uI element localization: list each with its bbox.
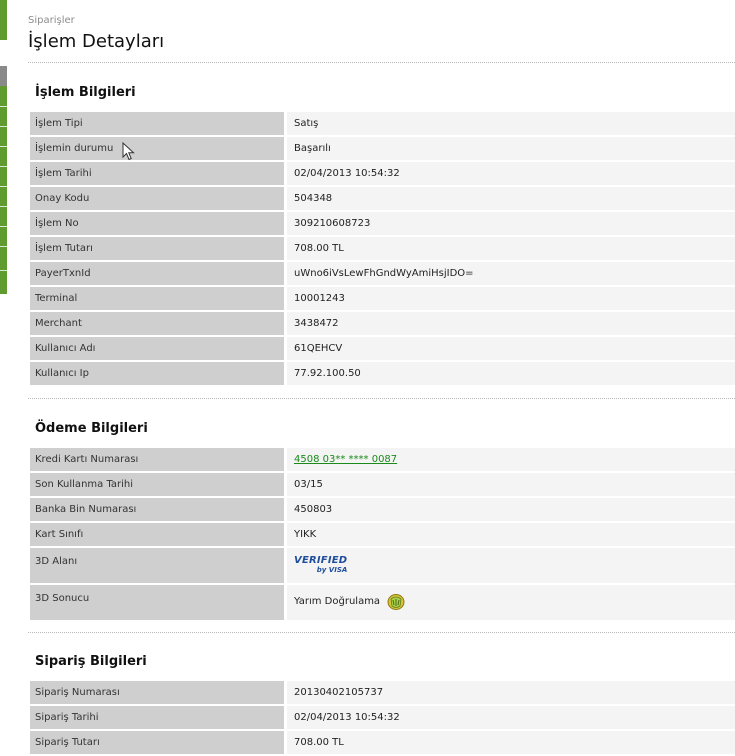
row-label: 3D Sonucu <box>30 585 287 622</box>
3d-result-text: Yarım Doğrulama <box>294 596 381 607</box>
row-value: 03/15 <box>287 473 735 498</box>
page-title: İşlem Detayları <box>28 31 165 52</box>
row-label: Kredi Kartı Numarası <box>30 448 287 473</box>
row-label: Sipariş Tutarı <box>30 731 287 756</box>
table-row: Son Kullanma Tarihi 03/15 <box>30 473 735 498</box>
row-value: YIKK <box>287 523 735 548</box>
row-value: 61QEHCV <box>287 337 735 362</box>
table-row: 3D Alanı VERIFIED by VISA <box>30 548 735 585</box>
table-row: Kullanıcı Ip 77.92.100.50 <box>30 362 735 387</box>
sidebar-tab-active[interactable] <box>0 66 7 86</box>
table-row: Kart Sınıfı YIKK <box>30 523 735 548</box>
row-label: Sipariş Tarihi <box>30 706 287 731</box>
odeme-table: Kredi Kartı Numarası 4508 03** **** 0087 … <box>30 448 735 622</box>
row-value: 10001243 <box>287 287 735 312</box>
section-title-siparis: Sipariş Bilgileri <box>35 654 147 669</box>
table-row: Merchant 3438472 <box>30 312 735 337</box>
table-row: Terminal 10001243 <box>30 287 735 312</box>
divider <box>28 62 735 63</box>
table-row: Sipariş Numarası 20130402105737 <box>30 681 735 706</box>
row-label: İşlem No <box>30 212 287 237</box>
divider <box>28 398 735 399</box>
table-row: Banka Bin Numarası 450803 <box>30 498 735 523</box>
table-row: Onay Kodu 504348 <box>30 187 735 212</box>
table-row: İşlem Tipi Satış <box>30 112 735 137</box>
row-label: Onay Kodu <box>30 187 287 212</box>
row-label: İşlem Tarihi <box>30 162 287 187</box>
row-label: Son Kullanma Tarihi <box>30 473 287 498</box>
row-label: İşlem Tutarı <box>30 237 287 262</box>
row-value: 77.92.100.50 <box>287 362 735 387</box>
row-label: İşlemin durumu <box>30 137 287 162</box>
table-row: 3D Sonucu Yarım Doğrulama <box>30 585 735 622</box>
row-value: 708.00 TL <box>287 237 735 262</box>
row-value: Yarım Doğrulama <box>287 585 735 622</box>
row-label: 3D Alanı <box>30 548 287 585</box>
table-row: PayerTxnId uWno6iVsLewFhGndWyAmiHsjIDO= <box>30 262 735 287</box>
table-row: Kullanıcı Adı 61QEHCV <box>30 337 735 362</box>
row-label: İşlem Tipi <box>30 112 287 137</box>
half-verified-icon <box>387 594 405 610</box>
card-number-link[interactable]: 4508 03** **** 0087 <box>294 454 397 465</box>
row-value: 450803 <box>287 498 735 523</box>
verified-by-visa-logo: VERIFIED by VISA <box>294 555 348 574</box>
row-value: 02/04/2013 10:54:32 <box>287 706 735 731</box>
table-row: İşlem No 309210608723 <box>30 212 735 237</box>
sidebar-tab[interactable] <box>0 0 7 40</box>
sidebar-strip <box>0 0 7 756</box>
row-value: 309210608723 <box>287 212 735 237</box>
row-label: Kart Sınıfı <box>30 523 287 548</box>
row-label: Terminal <box>30 287 287 312</box>
table-row: İşlem Tarihi 02/04/2013 10:54:32 <box>30 162 735 187</box>
row-label: Banka Bin Numarası <box>30 498 287 523</box>
row-label: Kullanıcı Adı <box>30 337 287 362</box>
row-label: Kullanıcı Ip <box>30 362 287 387</box>
table-row: Sipariş Tarihi 02/04/2013 10:54:32 <box>30 706 735 731</box>
row-label: Merchant <box>30 312 287 337</box>
breadcrumb[interactable]: Siparişler <box>28 15 75 26</box>
row-label: Sipariş Numarası <box>30 681 287 706</box>
row-value: VERIFIED by VISA <box>287 548 735 585</box>
siparis-table: Sipariş Numarası 20130402105737 Sipariş T… <box>30 681 735 756</box>
row-value: Satış <box>287 112 735 137</box>
mouse-cursor-icon <box>122 142 135 161</box>
divider <box>28 632 735 633</box>
row-label: PayerTxnId <box>30 262 287 287</box>
table-row: Sipariş Tutarı 708.00 TL <box>30 731 735 756</box>
row-value: 02/04/2013 10:54:32 <box>287 162 735 187</box>
row-value: 708.00 TL <box>287 731 735 756</box>
row-value: uWno6iVsLewFhGndWyAmiHsjIDO= <box>287 262 735 287</box>
table-row: Kredi Kartı Numarası 4508 03** **** 0087 <box>30 448 735 473</box>
row-value: 20130402105737 <box>287 681 735 706</box>
section-title-odeme: Ödeme Bilgileri <box>35 421 148 436</box>
row-value: 3438472 <box>287 312 735 337</box>
row-value: 4508 03** **** 0087 <box>287 448 735 473</box>
table-row: İşlem Tutarı 708.00 TL <box>30 237 735 262</box>
row-value: Başarılı <box>287 137 735 162</box>
row-value: 504348 <box>287 187 735 212</box>
sidebar-tab-group[interactable] <box>0 86 7 294</box>
section-title-islem: İşlem Bilgileri <box>35 85 136 100</box>
